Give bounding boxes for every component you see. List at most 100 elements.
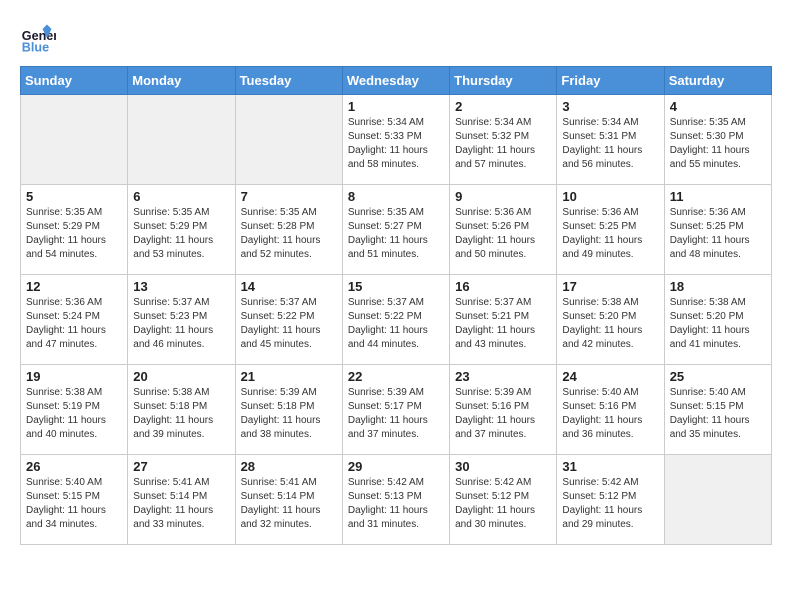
day-number: 11: [670, 189, 766, 204]
day-number: 12: [26, 279, 122, 294]
day-info: Sunrise: 5:36 AM Sunset: 5:25 PM Dayligh…: [562, 206, 658, 262]
calendar-cell: 12 Sunrise: 5:36 AM Sunset: 5:24 PM Dayli…: [21, 275, 128, 365]
day-info: Sunrise: 5:38 AM Sunset: 5:20 PM Dayligh…: [562, 296, 658, 352]
page-header: General Blue: [20, 20, 772, 56]
logo-icon: General Blue: [20, 20, 56, 56]
day-info: Sunrise: 5:34 AM Sunset: 5:32 PM Dayligh…: [455, 116, 551, 172]
day-info: Sunrise: 5:42 AM Sunset: 5:13 PM Dayligh…: [348, 476, 444, 532]
day-info: Sunrise: 5:38 AM Sunset: 5:18 PM Dayligh…: [133, 386, 229, 442]
day-info: Sunrise: 5:40 AM Sunset: 5:16 PM Dayligh…: [562, 386, 658, 442]
calendar-cell: 29 Sunrise: 5:42 AM Sunset: 5:13 PM Dayli…: [342, 455, 449, 545]
logo: General Blue: [20, 20, 60, 56]
calendar-cell: 17 Sunrise: 5:38 AM Sunset: 5:20 PM Dayli…: [557, 275, 664, 365]
calendar-table: SundayMondayTuesdayWednesdayThursdayFrid…: [20, 66, 772, 545]
day-number: 22: [348, 369, 444, 384]
calendar-cell: 25 Sunrise: 5:40 AM Sunset: 5:15 PM Dayli…: [664, 365, 771, 455]
day-number: 13: [133, 279, 229, 294]
calendar-cell: 9 Sunrise: 5:36 AM Sunset: 5:26 PM Daylig…: [450, 185, 557, 275]
day-number: 4: [670, 99, 766, 114]
day-of-week-header: Friday: [557, 67, 664, 95]
calendar-cell: 15Sunrise: 5:37 AM Sunset: 5:22 PM Dayli…: [342, 275, 449, 365]
calendar-cell: 23 Sunrise: 5:39 AM Sunset: 5:16 PM Dayli…: [450, 365, 557, 455]
day-info: Sunrise: 5:36 AM Sunset: 5:26 PM Dayligh…: [455, 206, 551, 262]
calendar-cell: 19 Sunrise: 5:38 AM Sunset: 5:19 PM Dayli…: [21, 365, 128, 455]
day-number: 25: [670, 369, 766, 384]
calendar-cell: 3 Sunrise: 5:34 AM Sunset: 5:31 PM Daylig…: [557, 95, 664, 185]
calendar-cell: 24 Sunrise: 5:40 AM Sunset: 5:16 PM Dayli…: [557, 365, 664, 455]
svg-text:Blue: Blue: [22, 41, 49, 55]
calendar-cell: 10 Sunrise: 5:36 AM Sunset: 5:25 PM Dayli…: [557, 185, 664, 275]
calendar-cell: [664, 455, 771, 545]
day-info: Sunrise: 5:40 AM Sunset: 5:15 PM Dayligh…: [670, 386, 766, 442]
day-info: Sunrise: 5:34 AM Sunset: 5:33 PM Dayligh…: [348, 116, 444, 172]
day-number: 28: [241, 459, 337, 474]
calendar-week-row: 12 Sunrise: 5:36 AM Sunset: 5:24 PM Dayli…: [21, 275, 772, 365]
day-info: Sunrise: 5:41 AM Sunset: 5:14 PM Dayligh…: [133, 476, 229, 532]
calendar-cell: 6 Sunrise: 5:35 AM Sunset: 5:29 PM Daylig…: [128, 185, 235, 275]
day-number: 3: [562, 99, 658, 114]
day-number: 29: [348, 459, 444, 474]
day-number: 15: [348, 279, 444, 294]
day-number: 10: [562, 189, 658, 204]
day-info: Sunrise: 5:35 AM Sunset: 5:27 PM Dayligh…: [348, 206, 444, 262]
calendar-cell: 21 Sunrise: 5:39 AM Sunset: 5:18 PM Dayli…: [235, 365, 342, 455]
day-info: Sunrise: 5:39 AM Sunset: 5:18 PM Dayligh…: [241, 386, 337, 442]
day-info: Sunrise: 5:42 AM Sunset: 5:12 PM Dayligh…: [455, 476, 551, 532]
day-number: 20: [133, 369, 229, 384]
calendar-cell: 14Sunrise: 5:37 AM Sunset: 5:22 PM Dayli…: [235, 275, 342, 365]
day-of-week-header: Sunday: [21, 67, 128, 95]
day-number: 24: [562, 369, 658, 384]
day-info: Sunrise: 5:37 AM Sunset: 5:23 PM Dayligh…: [133, 296, 229, 352]
day-number: 23: [455, 369, 551, 384]
day-info: Sunrise: 5:41 AM Sunset: 5:14 PM Dayligh…: [241, 476, 337, 532]
calendar-header-row: SundayMondayTuesdayWednesdayThursdayFrid…: [21, 67, 772, 95]
day-number: 18: [670, 279, 766, 294]
day-number: 2: [455, 99, 551, 114]
day-of-week-header: Wednesday: [342, 67, 449, 95]
day-info: Sunrise: 5:38 AM Sunset: 5:19 PM Dayligh…: [26, 386, 122, 442]
calendar-week-row: 5Sunrise: 5:35 AM Sunset: 5:29 PM Daylig…: [21, 185, 772, 275]
day-info: Sunrise: 5:36 AM Sunset: 5:25 PM Dayligh…: [670, 206, 766, 262]
day-number: 21: [241, 369, 337, 384]
day-number: 8: [348, 189, 444, 204]
calendar-week-row: 19 Sunrise: 5:38 AM Sunset: 5:19 PM Dayli…: [21, 365, 772, 455]
calendar-cell: 4 Sunrise: 5:35 AM Sunset: 5:30 PM Daylig…: [664, 95, 771, 185]
calendar-cell: 11 Sunrise: 5:36 AM Sunset: 5:25 PM Dayli…: [664, 185, 771, 275]
day-of-week-header: Monday: [128, 67, 235, 95]
calendar-cell: [235, 95, 342, 185]
calendar-cell: 22 Sunrise: 5:39 AM Sunset: 5:17 PM Dayli…: [342, 365, 449, 455]
day-number: 16: [455, 279, 551, 294]
day-number: 30: [455, 459, 551, 474]
day-number: 14: [241, 279, 337, 294]
day-info: Sunrise: 5:35 AM Sunset: 5:28 PM Dayligh…: [241, 206, 337, 262]
calendar-cell: 28 Sunrise: 5:41 AM Sunset: 5:14 PM Dayli…: [235, 455, 342, 545]
day-number: 31: [562, 459, 658, 474]
day-number: 6: [133, 189, 229, 204]
calendar-cell: 2 Sunrise: 5:34 AM Sunset: 5:32 PM Daylig…: [450, 95, 557, 185]
day-of-week-header: Saturday: [664, 67, 771, 95]
calendar-cell: 13 Sunrise: 5:37 AM Sunset: 5:23 PM Dayli…: [128, 275, 235, 365]
calendar-cell: [128, 95, 235, 185]
calendar-cell: 16Sunrise: 5:37 AM Sunset: 5:21 PM Dayli…: [450, 275, 557, 365]
day-info: Sunrise: 5:36 AM Sunset: 5:24 PM Dayligh…: [26, 296, 122, 352]
day-number: 9: [455, 189, 551, 204]
day-number: 19: [26, 369, 122, 384]
day-info: Sunrise: 5:39 AM Sunset: 5:17 PM Dayligh…: [348, 386, 444, 442]
calendar-cell: 5Sunrise: 5:35 AM Sunset: 5:29 PM Daylig…: [21, 185, 128, 275]
day-of-week-header: Tuesday: [235, 67, 342, 95]
day-number: 7: [241, 189, 337, 204]
day-info: Sunrise: 5:35 AM Sunset: 5:30 PM Dayligh…: [670, 116, 766, 172]
calendar-cell: [21, 95, 128, 185]
day-info: Sunrise: 5:39 AM Sunset: 5:16 PM Dayligh…: [455, 386, 551, 442]
calendar-cell: 1 Sunrise: 5:34 AM Sunset: 5:33 PM Daylig…: [342, 95, 449, 185]
day-info: Sunrise: 5:35 AM Sunset: 5:29 PM Dayligh…: [133, 206, 229, 262]
day-number: 17: [562, 279, 658, 294]
day-info: Sunrise: 5:35 AM Sunset: 5:29 PM Dayligh…: [26, 206, 122, 262]
calendar-cell: 18Sunrise: 5:38 AM Sunset: 5:20 PM Dayli…: [664, 275, 771, 365]
day-number: 26: [26, 459, 122, 474]
day-number: 1: [348, 99, 444, 114]
calendar-cell: 8 Sunrise: 5:35 AM Sunset: 5:27 PM Daylig…: [342, 185, 449, 275]
calendar-week-row: 26Sunrise: 5:40 AM Sunset: 5:15 PM Dayli…: [21, 455, 772, 545]
day-info: Sunrise: 5:34 AM Sunset: 5:31 PM Dayligh…: [562, 116, 658, 172]
day-number: 27: [133, 459, 229, 474]
